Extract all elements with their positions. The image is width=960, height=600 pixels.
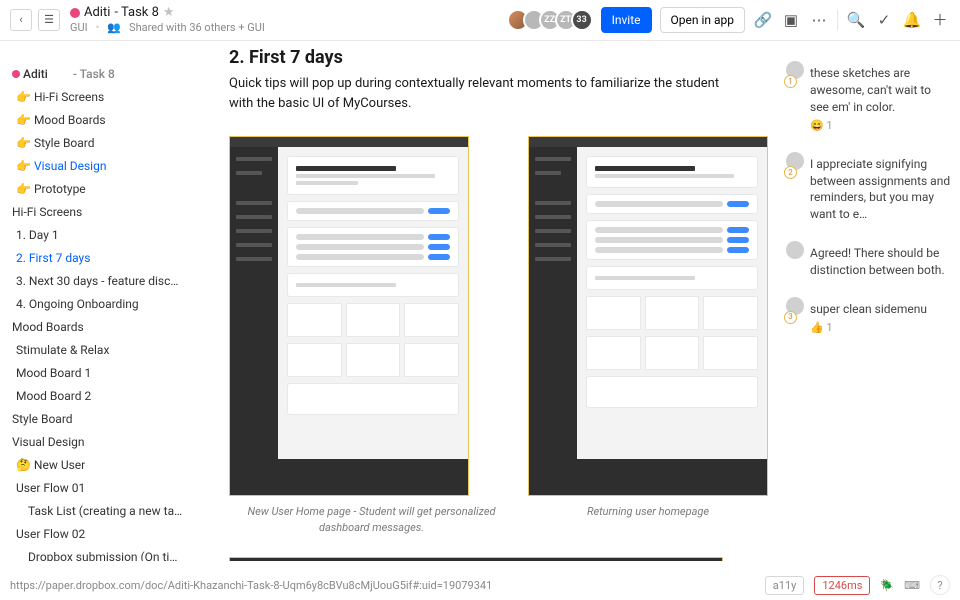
shared-with: Shared with 36 others + GUI <box>129 21 265 34</box>
avatar <box>786 241 804 259</box>
outline-sidebar: Aditi - Task 8 👉Hi-Fi Screens👉Mood Board… <box>0 41 195 561</box>
sidebar-item[interactable]: User Flow 02 <box>0 523 195 546</box>
comment-text: these sketches are awesome, can't wait t… <box>810 65 952 115</box>
avatar-overflow-count: 33 <box>571 9 593 31</box>
status-url: https://paper.dropbox.com/doc/Aditi-Khaz… <box>10 579 490 592</box>
sidebar-item[interactable]: Stimulate & Relax <box>0 339 195 362</box>
avatar-stack[interactable]: ZZ ZT 33 <box>513 9 593 31</box>
sidebar-item[interactable]: 1. Day 1 <box>0 224 195 247</box>
mockup-image[interactable] <box>229 557 723 561</box>
sidebar-item[interactable]: 2. First 7 days <box>0 247 195 270</box>
chevron-left-icon[interactable]: ‹ <box>10 9 32 31</box>
sidebar-item[interactable]: 4. Ongoing Onboarding <box>0 293 195 316</box>
sidebar-item[interactable]: Mood Board 2 <box>0 385 195 408</box>
meta-left: GUI <box>70 21 88 34</box>
check-icon[interactable]: ✓ <box>874 10 894 30</box>
mockup-image[interactable] <box>528 136 768 496</box>
comment-badge: 1 <box>784 75 797 88</box>
sidebar-item[interactable]: User Flow 01 <box>0 477 195 500</box>
mockup-image[interactable] <box>229 136 469 496</box>
comment-text: I appreciate signifying between assignme… <box>810 156 952 223</box>
image-caption: Returning user homepage <box>528 504 768 519</box>
doc-author: Aditi <box>84 5 110 21</box>
sidebar-group-title[interactable]: Style Board <box>0 408 195 431</box>
comment[interactable]: 2 I appreciate signifying between assignm… <box>786 150 952 239</box>
a11y-tag[interactable]: a11y <box>765 576 805 595</box>
search-icon[interactable]: 🔍 <box>846 10 866 30</box>
comments-panel: 1 these sketches are awesome, can't wait … <box>782 41 960 561</box>
doc-title: - Task 8 <box>114 5 159 21</box>
image-caption: New User Home page - Student will get pe… <box>229 504 514 535</box>
bell-icon[interactable]: 🔔 <box>902 10 922 30</box>
sidebar-item[interactable]: 🤔 New User <box>0 454 195 477</box>
people-icon: 👥 <box>107 21 121 34</box>
invite-button[interactable]: Invite <box>601 7 652 33</box>
sidebar-group-title[interactable]: Mood Boards <box>0 316 195 339</box>
plus-icon[interactable]: ＋ <box>930 10 950 30</box>
star-icon[interactable]: ★ <box>163 5 175 21</box>
sidebar-item[interactable]: 👉Visual Design <box>0 155 195 178</box>
sidebar-item[interactable]: 3. Next 30 days - feature discovery <box>0 270 195 293</box>
sidebar-item[interactable]: Task List (creating a new task and che… <box>0 500 195 523</box>
open-in-app-button[interactable]: Open in app <box>660 7 746 33</box>
comment-badge: 3 <box>784 311 797 324</box>
sidebar-item[interactable]: 👉Prototype <box>0 178 195 201</box>
comment-badge: 2 <box>784 166 797 179</box>
comment-text: Agreed! There should be distinction betw… <box>810 245 952 279</box>
sidebar-group-title[interactable]: Hi-Fi Screens <box>0 201 195 224</box>
comment[interactable]: Agreed! There should be distinction betw… <box>786 239 952 295</box>
comment[interactable]: 3 super clean sidemenu 👍 1 <box>786 295 952 352</box>
sidebar-item[interactable]: Dropbox submission (On time for a s… <box>0 546 195 561</box>
status-bar: https://paper.dropbox.com/doc/Aditi-Khaz… <box>0 570 960 600</box>
more-icon[interactable]: ⋯ <box>809 10 829 30</box>
perf-tag[interactable]: 1246ms <box>814 576 870 595</box>
comment-text: super clean sidemenu <box>810 301 952 318</box>
link-icon[interactable]: 🔗 <box>753 10 773 30</box>
sidebar-item[interactable]: 👉Hi-Fi Screens <box>0 86 195 109</box>
comment-reaction[interactable]: 👍 1 <box>810 320 952 335</box>
doc-emoji <box>70 8 80 18</box>
comment[interactable]: 1 these sketches are awesome, can't wait … <box>786 59 952 150</box>
sidebar-item[interactable]: Mood Board 1 <box>0 362 195 385</box>
meta-sep: • <box>96 21 100 34</box>
sidebar-toggle-icon[interactable]: ☰ <box>38 9 60 31</box>
comment-reaction[interactable]: 😄 1 <box>810 118 952 133</box>
section-desc: Quick tips will pop up during contextual… <box>229 74 729 114</box>
bug-icon[interactable]: 🪲 <box>880 579 894 592</box>
sidebar-root[interactable]: Aditi - Task 8 <box>0 63 195 86</box>
sidebar-item[interactable]: 👉Style Board <box>0 132 195 155</box>
section-heading: 2. First 7 days <box>229 47 768 68</box>
sidebar-group-title[interactable]: Visual Design <box>0 431 195 454</box>
help-icon[interactable]: ? <box>930 575 950 595</box>
keyboard-icon[interactable]: ⌨ <box>904 579 920 592</box>
sidebar-item[interactable]: 👉Mood Boards <box>0 109 195 132</box>
present-icon[interactable]: ▣ <box>781 10 801 30</box>
document-body: 2. First 7 days Quick tips will pop up d… <box>195 41 782 561</box>
